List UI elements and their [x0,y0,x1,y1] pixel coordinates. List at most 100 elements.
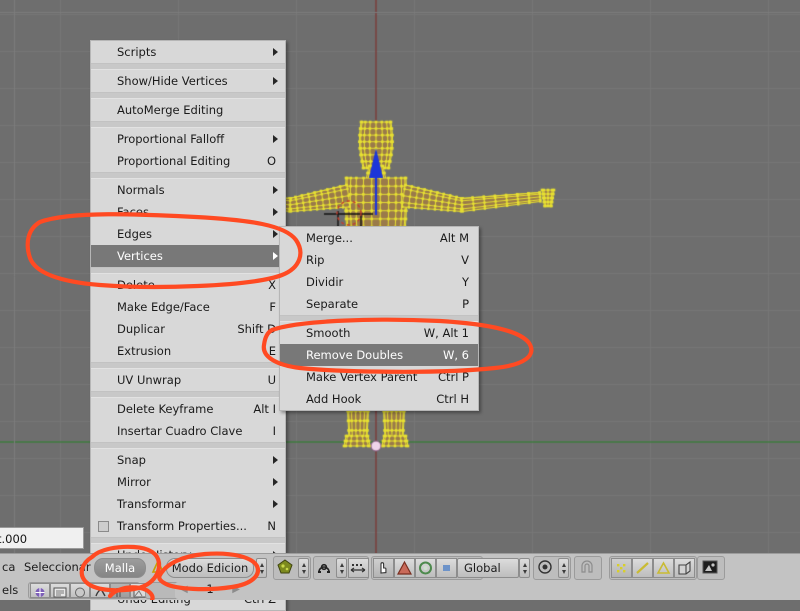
submenu-arrow-icon [273,478,278,486]
vertices-submenu-popup[interactable]: Merge... Alt M Rip V Dividir Y Separate P Smooth… [279,226,479,411]
frame-field-group[interactable]: ◀ 1 ▶ [175,582,245,599]
menu-item-label: Proportional Falloff [117,132,225,146]
mesh-menu-popup[interactable]: Scripts Show/Hide Vertices AutoMerge Editi… [90,40,286,611]
mesh-menu-item-transform-properties[interactable]: Transform Properties... N [91,515,285,537]
menu-item-label: Duplicar [117,322,165,336]
edge-select-icon[interactable] [632,558,653,578]
object-name-field[interactable]: t.000 [0,527,84,549]
menu-item-label: Rip [306,253,325,267]
mesh-menu-item-transformar[interactable]: Transformar [91,493,285,515]
menu-separator [91,92,285,99]
occlude-geometry-icon[interactable] [674,558,695,578]
frame-next-icon[interactable]: ▶ [232,582,240,597]
checkbox-icon[interactable] [98,521,109,532]
mesh-menu-item-insertar-cuadro-clave[interactable]: Insertar Cuadro Clave I [91,420,285,442]
menu-item-label: Transform Properties... [117,519,247,533]
mesh-menu-item-proportional-falloff[interactable]: Proportional Falloff [91,128,285,150]
menu-item-shortcut: X [268,278,276,292]
submenu-arrow-icon [273,230,278,238]
mesh-menu-item-scripts[interactable]: Scripts [91,41,285,63]
menu-item-label: Dividir [306,275,344,289]
proportional-falloff-icon[interactable] [436,558,457,578]
vertices-menu-item-separate[interactable]: Separate P [280,293,478,315]
layers-icon[interactable] [110,583,130,598]
buttons-header-bar[interactable]: els ◀ 1 ▶ [0,581,800,600]
material-shading-icon[interactable] [275,558,297,578]
menu-item-label: Make Vertex Parent [306,370,418,384]
menu-separator [91,63,285,70]
submenu-arrow-icon [273,208,278,216]
proportional-edit-icon[interactable] [415,558,436,578]
mesh-menu-button[interactable]: Malla [94,558,146,578]
mesh-menu-item-make-edge-face[interactable]: Make Edge/Face F [91,296,285,318]
mesh-menu-item-faces[interactable]: Faces [91,201,285,223]
script-icon[interactable] [50,583,70,598]
menu-item-shortcut: W, Alt 1 [423,326,469,340]
mesh-menu-item-vertices[interactable]: Vertices [91,245,285,267]
scene-icon[interactable] [30,583,50,598]
menu-separator [91,172,285,179]
mesh-menu-item-uv-unwrap[interactable]: UV Unwrap U [91,369,285,391]
mode-select-spinner[interactable] [256,558,267,578]
menu-item-shortcut: F [269,300,276,314]
submenu-arrow-icon [273,48,278,56]
vertices-menu-item-rip[interactable]: Rip V [280,249,478,271]
mesh-menu-item-delete[interactable]: Delete... X [91,274,285,296]
vertices-menu-item-dividir[interactable]: Dividir Y [280,271,478,293]
mesh-menu-item-duplicar[interactable]: Duplicar Shift D [91,318,285,340]
orientation-select[interactable]: Global [457,558,519,578]
object-icon[interactable] [90,583,110,598]
pivot-center-icon[interactable] [535,558,557,578]
header-menu-ca[interactable]: ca [2,558,15,577]
mesh-menu-item-snap[interactable]: Snap [91,449,285,471]
menu-item-shortcut: Ctrl P [437,370,469,384]
mesh-menu-item-mirror[interactable]: Mirror [91,471,285,493]
viewport-header-bar[interactable]: ca Seleccionar Malla Modo Edicion Global [0,553,800,582]
menu-item-label: Scripts [117,45,157,59]
snap-magnet-icon[interactable] [576,558,600,578]
mode-select-button[interactable]: Modo Edicion [166,558,254,578]
mesh-menu-item-proportional-editing[interactable]: Proportional Editing O [91,150,285,172]
pivot-spinner[interactable] [336,558,347,578]
vertices-menu-item-remove-doubles[interactable]: Remove Doubles W, 6 [280,344,478,366]
menu-item-label: AutoMerge Editing [117,103,224,117]
vertices-menu-item-make-vertex-parent[interactable]: Make Vertex Parent Ctrl P [280,366,478,388]
menu-item-shortcut: Shift D [237,322,276,336]
menu-item-label: Delete Keyframe [117,402,214,416]
shading-spinner[interactable] [298,558,309,578]
render-preview-icon[interactable] [699,558,723,578]
menu-item-shortcut: N [267,519,276,533]
warning-icon[interactable] [394,558,415,578]
menu-item-label: Insertar Cuadro Clave [117,424,243,438]
world-icon[interactable] [70,583,90,598]
menu-separator [91,391,285,398]
snap-target-spinner[interactable] [558,558,569,578]
vertices-menu-item-add-hook[interactable]: Add Hook Ctrl H [280,388,478,410]
face-select-icon[interactable] [653,558,674,578]
mesh-menu-item-automerge-editing[interactable]: AutoMerge Editing [91,99,285,121]
menu-item-label: Vertices [117,249,163,263]
menu-item-label: Proportional Editing [117,154,231,168]
submenu-arrow-icon [273,500,278,508]
header-menu-seleccionar[interactable]: Seleccionar [24,558,91,577]
view-layout-icon[interactable] [348,558,369,578]
render-mode-icon[interactable] [315,558,335,578]
orientation-spinner[interactable] [519,558,530,578]
mesh-menu-item-show-hide-vertices[interactable]: Show/Hide Vertices [91,70,285,92]
subheader-left-label: els [2,583,19,597]
mesh-menu-item-delete-keyframe[interactable]: Delete Keyframe Alt I [91,398,285,420]
submenu-arrow-icon [273,77,278,85]
vertices-menu-item-merge[interactable]: Merge... Alt M [280,227,478,249]
menu-item-label: Snap [117,453,146,467]
menu-separator [91,362,285,369]
vertex-select-icon[interactable] [611,558,632,578]
mesh-menu-item-extrusion[interactable]: Extrusion E [91,340,285,362]
menu-item-label: Separate [306,297,359,311]
menu-item-label: Faces [117,205,149,219]
vertices-menu-item-smooth[interactable]: Smooth W, Alt 1 [280,322,478,344]
mesh-menu-item-edges[interactable]: Edges [91,223,285,245]
cursor-pivot-icon[interactable] [373,558,394,578]
mesh-menu-item-normals[interactable]: Normals [91,179,285,201]
menu-item-shortcut: Alt M [439,231,469,245]
menu-item-label: Make Edge/Face [117,300,210,314]
